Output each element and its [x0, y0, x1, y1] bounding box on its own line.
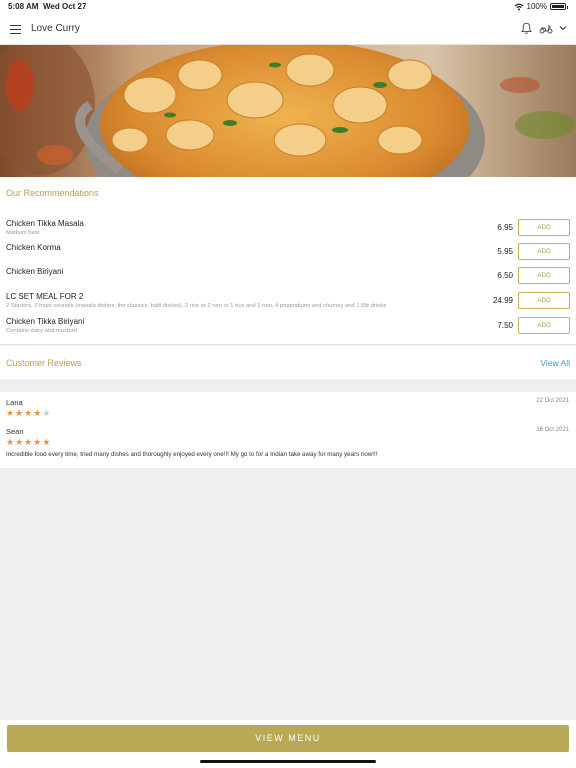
menu-item-description: Medium heat — [6, 230, 40, 236]
star-filled-icon: ★ — [33, 408, 42, 418]
top-nav-bar: Love Curry — [0, 14, 576, 45]
menu-item-description: 2 Starters, 2 main courses (masala dishe… — [6, 303, 387, 309]
menu-item-name: Chicken Tikka Masala — [6, 219, 84, 228]
menu-item-name: Chicken Biriyani — [6, 267, 64, 276]
review-text: Incredible food every time, tried many d… — [6, 451, 378, 458]
menu-item-row: Chicken Korma 5.95 ADD — [0, 243, 576, 263]
reviews-list: Lana 22 Oct 2021 ★ ★ ★ ★ ★ Sean 16 Oct 2021 … — [0, 392, 576, 468]
add-button[interactable]: ADD — [518, 292, 570, 309]
menu-item-row: Chicken Biriyani 6.50 ADD — [0, 267, 576, 287]
add-button[interactable]: ADD — [518, 267, 570, 284]
menu-item-name: Chicken Tikka Biriyani — [6, 317, 85, 326]
bottom-bar: VIEW MENU — [0, 720, 576, 768]
menu-item-price: 7.50 — [497, 321, 513, 330]
customer-reviews-title: Customer Reviews — [6, 358, 82, 368]
battery-icon — [550, 3, 568, 10]
recommendations-section: Our Recommendations Chicken Tikka Masala… — [0, 177, 576, 345]
star-filled-icon: ★ — [6, 408, 15, 418]
menu-item-price: 5.95 — [497, 247, 513, 256]
star-filled-icon: ★ — [24, 408, 33, 418]
wifi-icon — [514, 3, 523, 10]
add-button[interactable]: ADD — [518, 243, 570, 260]
chevron-down-icon[interactable] — [559, 25, 567, 31]
menu-item-price: 24.99 — [492, 296, 513, 305]
menu-item-price: 6.95 — [497, 223, 513, 232]
hero-curry-image — [0, 45, 576, 177]
star-rating: ★ ★ ★ ★ ★ — [6, 438, 50, 447]
status-right: 100% — [514, 2, 568, 11]
star-filled-icon: ★ — [15, 437, 24, 447]
customer-reviews-header: Customer Reviews View All — [0, 346, 576, 379]
star-filled-icon: ★ — [6, 437, 15, 447]
delivery-scooter-icon[interactable] — [539, 23, 553, 34]
menu-item-row: LC SET MEAL FOR 2 2 Starters, 2 main cou… — [0, 292, 576, 312]
menu-item-name: Chicken Korma — [6, 243, 61, 252]
star-filled-icon: ★ — [15, 408, 24, 418]
star-filled-icon: ★ — [42, 437, 51, 447]
review-date: 22 Oct 2021 — [536, 398, 569, 404]
menu-item-description: Contains dairy and mustard — [6, 328, 77, 334]
star-empty-icon: ★ — [42, 408, 51, 418]
app-title: Love Curry — [31, 23, 80, 34]
star-rating: ★ ★ ★ ★ ★ — [6, 409, 50, 418]
bell-icon[interactable] — [521, 22, 532, 35]
review-date: 16 Oct 2021 — [536, 427, 569, 433]
menu-item-row: Chicken Tikka Masala Medium heat 6.95 AD… — [0, 219, 576, 239]
view-all-link[interactable]: View All — [540, 358, 570, 368]
battery-percent: 100% — [526, 2, 547, 11]
view-menu-button[interactable]: VIEW MENU — [7, 725, 569, 752]
reviewer-name: Lana — [6, 398, 23, 407]
add-button[interactable]: ADD — [518, 317, 570, 334]
curry-dish-illustration — [0, 45, 576, 177]
home-indicator — [200, 760, 376, 763]
menu-item-name: LC SET MEAL FOR 2 — [6, 292, 84, 301]
status-time: 5:08 AM — [8, 2, 39, 11]
recommendations-title: Our Recommendations — [6, 188, 99, 198]
reviewer-name: Sean — [6, 427, 24, 436]
hamburger-menu-icon[interactable] — [10, 25, 21, 35]
menu-item-row: Chicken Tikka Biriyani Contains dairy an… — [0, 317, 576, 337]
add-button[interactable]: ADD — [518, 219, 570, 236]
status-date: Wed Oct 27 — [43, 2, 87, 11]
menu-item-price: 6.50 — [497, 271, 513, 280]
star-filled-icon: ★ — [33, 437, 42, 447]
status-bar: 5:08 AM Wed Oct 27 100% — [0, 0, 576, 14]
star-filled-icon: ★ — [24, 437, 33, 447]
